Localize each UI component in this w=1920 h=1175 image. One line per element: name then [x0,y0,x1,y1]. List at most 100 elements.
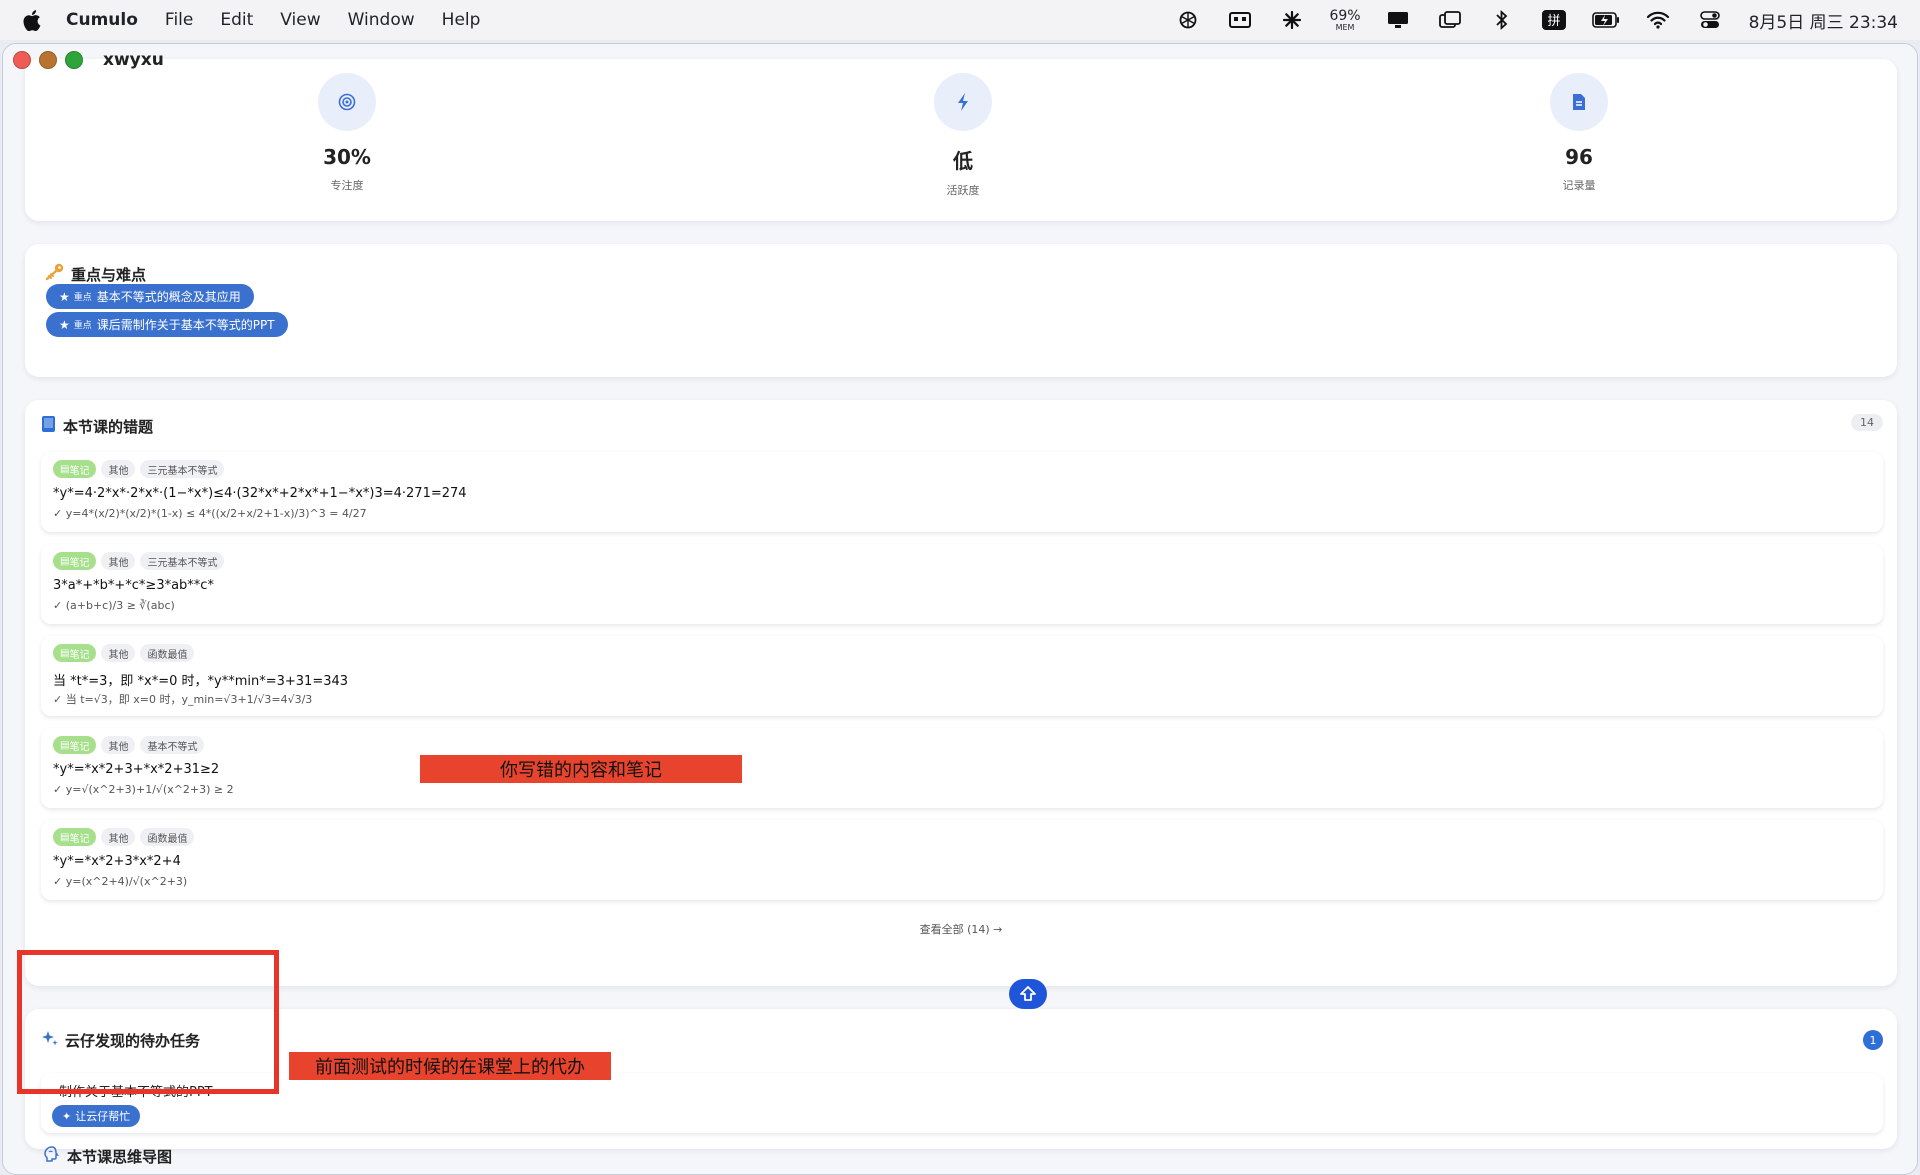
sparkle-icon: ✦ [62,1109,72,1123]
category-badge: 其他 [101,828,136,846]
input-method-icon[interactable]: 拼 [1539,8,1569,32]
mistake-badges: ▤ 笔记 其他 函数最值 [53,644,195,662]
topic-badge: 三元基本不等式 [140,460,225,478]
todo-item[interactable]: 制作关于基本不等式的PPT ✦ 让云仔帮忙 [41,1073,1883,1133]
note-badge: ▤ 笔记 [53,644,97,662]
mistake-answer: ✓ y=(x^2+4)/√(x^2+3) [53,875,188,888]
svg-text:拼: 拼 [1547,14,1560,29]
stats-card: 30% 专注度 低 活跃度 96 记录量 [25,59,1897,221]
annotation-todo: 前面测试的时候的在课堂上的代办 [289,1052,611,1080]
menu-clock[interactable]: 8月5日 周三 23:34 [1749,8,1898,33]
minimize-window-button[interactable] [39,51,57,69]
badge-text: 笔记 [69,833,90,845]
button-label: 让云仔帮忙 [75,1110,131,1123]
category-badge: 其他 [101,552,136,570]
stat-value: 96 [1565,145,1593,169]
menu-bar: Cumulo File Edit View Window Help 69% ME… [0,0,1920,40]
window-title: xwyxu [103,50,164,70]
section-title-text: 本节课思维导图 [67,1147,173,1166]
mistake-item[interactable]: ▤ 笔记 其他 函数最值 *y*=*x*2+3*x*2+4 ✓ y=(x^2+4… [41,820,1883,900]
section-title-text: 本节课的错题 [63,417,154,436]
mistakes-card: 本节课的错题 14 ▤ 笔记 其他 三元基本不等式 *y*=4·2*x*·2*x… [25,400,1897,986]
book-icon [41,415,57,437]
document-icon [1550,73,1608,131]
app-window: 30% 专注度 低 活跃度 96 记录量 xwyxu 重点与难点 ★ 重点 基本… [2,43,1918,1175]
key-icon [45,263,65,285]
menu-view[interactable]: View [280,10,320,30]
display-icon[interactable] [1383,8,1413,32]
close-window-button[interactable] [13,51,31,69]
mistakes-count-badge: 14 [1851,414,1883,431]
view-all-link[interactable]: 查看全部 (14) → [25,921,1897,937]
memory-percent: 69% [1329,7,1361,24]
scroll-content[interactable]: 30% 专注度 低 活跃度 96 记录量 xwyxu 重点与难点 ★ 重点 基本… [3,44,1917,1174]
mistake-item[interactable]: ▤ 笔记 其他 基本不等式 *y*=*x*2+3+*x*2+31≥2 ✓ y=√… [41,728,1883,808]
category-badge: 其他 [101,736,136,754]
star-icon: ★ [59,317,70,332]
memory-label: MEM [1335,22,1355,32]
stat-label: 记录量 [1562,179,1596,192]
screen-capture-icon[interactable] [1225,8,1255,32]
mistake-answer: ✓ (a+b+c)/3 ≥ ∛(abc) [53,599,175,612]
sparkle-icon[interactable] [1277,8,1307,32]
memory-indicator[interactable]: 69% MEM [1329,9,1360,32]
mistake-item[interactable]: ▤ 笔记 其他 三元基本不等式 *y*=4·2*x*·2*x*·(1−*x*)≤… [41,452,1883,532]
topic-badge: 函数最值 [140,828,195,846]
mistake-answer: ✓ y=4*(x/2)*(x/2)*(1-x) ≤ 4*((x/2+x/2+1-… [53,507,367,520]
key-point-pill[interactable]: ★ 重点 课后需制作关于基本不等式的PPT [46,312,288,337]
zoom-window-button[interactable] [65,51,83,69]
mistakes-title: 本节课的错题 [41,415,153,437]
battery-icon[interactable] [1591,8,1621,32]
star-icon: ★ [59,289,70,304]
note-badge: ▤ 笔记 [53,460,97,478]
topic-badge: 函数最值 [140,644,195,662]
mistake-question: *y*=*x*2+3*x*2+4 [53,854,181,869]
ask-helper-button[interactable]: ✦ 让云仔帮忙 [52,1105,141,1127]
menu-window[interactable]: Window [348,10,415,30]
apple-icon[interactable] [22,9,42,31]
mistake-badges: ▤ 笔记 其他 函数最值 [53,828,195,846]
window-switcher-icon[interactable] [1435,8,1465,32]
stat-value: 30% [323,145,371,169]
app-name-menu[interactable]: Cumulo [66,10,138,30]
status-area: 69% MEM 拼 8月5日 周三 23:34 [1151,8,1898,33]
mistake-question: *y*=4·2*x*·2*x*·(1−*x*)≤4·(32*x*+2*x*+1−… [53,486,467,501]
badge-text: 笔记 [69,465,90,477]
mistake-badges: ▤ 笔记 其他 三元基本不等式 [53,552,225,570]
wifi-icon[interactable] [1643,8,1673,32]
scroll-top-button[interactable] [1009,979,1047,1009]
lightning-icon [934,73,992,131]
chatgpt-icon[interactable] [1173,8,1203,32]
menu-edit[interactable]: Edit [220,10,253,30]
key-point-pill[interactable]: ★ 重点 基本不等式的概念及其应用 [46,284,254,309]
stat-label: 活跃度 [946,184,980,197]
key-points-title: 重点与难点 [45,263,146,285]
topic-badge: 基本不等式 [140,736,205,754]
menu-file[interactable]: File [165,10,193,30]
mistake-item[interactable]: ▤ 笔记 其他 三元基本不等式 3*a*+*b*+*c*≥3*ab**c* ✓ … [41,544,1883,624]
mistake-question: 当 *t*=3，即 *x*=0 时，*y**min*=3+31=343 [53,674,349,689]
section-title-text: 重点与难点 [71,265,147,284]
bluetooth-icon[interactable] [1487,8,1517,32]
key-point-tag: 重点 [73,293,92,303]
key-point-text: 基本不等式的概念及其应用 [96,290,241,304]
badge-text: 笔记 [69,557,90,569]
target-icon [318,73,376,131]
mistake-answer: ✓ y=√(x^2+3)+1/√(x^2+3) ≥ 2 [53,783,234,796]
note-badge: ▤ 笔记 [53,828,97,846]
mistake-item[interactable]: ▤ 笔记 其他 函数最值 当 *t*=3，即 *x*=0 时，*y**min*=… [41,636,1883,716]
stat-records: 96 记录量 [1479,73,1679,193]
key-point-text: 课后需制作关于基本不等式的PPT [96,318,275,332]
category-badge: 其他 [101,460,136,478]
todos-count-badge: 1 [1863,1030,1883,1050]
brain-icon [43,1145,61,1167]
stat-label: 专注度 [330,179,364,192]
category-badge: 其他 [101,644,136,662]
mistake-answer: ✓ 当 t=√3，即 x=0 时，y_min=√3+1/√3=4√3/3 [53,693,313,706]
mindmap-title: 本节课思维导图 [43,1145,172,1167]
stat-focus: 30% 专注度 [247,73,447,193]
stat-value: 低 [953,149,973,173]
mistake-badges: ▤ 笔记 其他 基本不等式 [53,736,205,754]
control-center-icon[interactable] [1695,8,1725,32]
menu-help[interactable]: Help [442,10,481,30]
